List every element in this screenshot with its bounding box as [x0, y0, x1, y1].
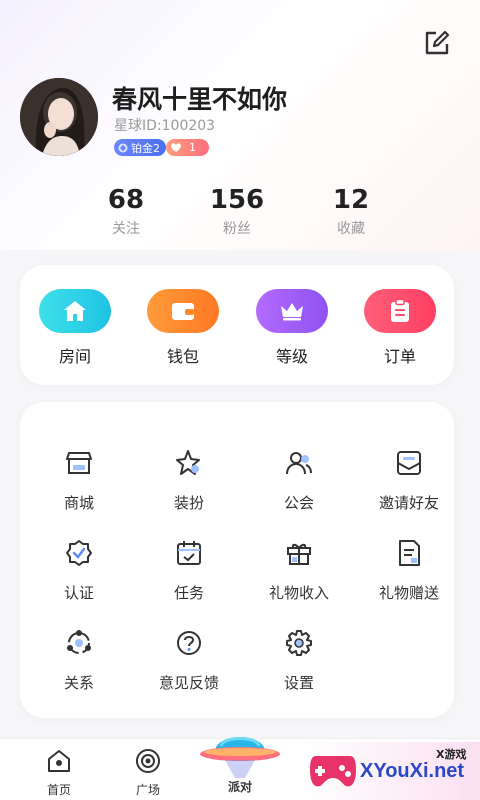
tool-shop[interactable]: 商城: [24, 448, 134, 513]
tool-settings[interactable]: 设置: [244, 628, 354, 693]
level-pill: [256, 289, 328, 333]
nav-party[interactable]: 派对: [195, 720, 285, 800]
quick-action-wallet[interactable]: 钱包: [147, 289, 219, 367]
tools-grid-card: 商城 装扮 公会 邀请好友 认证 任务 礼物收入 礼物赠送 关系 意见反馈 设置: [20, 402, 454, 718]
edit-icon: [425, 30, 450, 55]
tool-invite[interactable]: 邀请好友: [354, 448, 464, 513]
room-pill: [39, 289, 111, 333]
calendar-check-icon: [177, 541, 201, 565]
target-icon: [136, 749, 160, 773]
nav-home[interactable]: 首页: [29, 747, 89, 798]
nickname: 春风十里不如你: [112, 85, 288, 114]
stat-favorites-label: 收藏: [337, 221, 365, 237]
users-icon: [286, 452, 312, 475]
avatar-photo: [20, 78, 98, 156]
tool-invite-label: 邀请好友: [378, 494, 439, 512]
nav-plaza-label: 广场: [135, 783, 160, 797]
avatar[interactable]: [20, 78, 98, 156]
tool-dressup-label: 装扮: [173, 494, 204, 512]
clipboard-icon: [391, 298, 409, 322]
quick-actions-card: 房间 钱包 等级 订单: [20, 265, 454, 385]
diamond-icon: [118, 143, 128, 152]
invite-envelope-icon: [397, 451, 421, 475]
tool-tasks[interactable]: 任务: [134, 538, 244, 603]
tool-guild[interactable]: 公会: [244, 448, 354, 513]
gamepad-logo-icon: [310, 756, 356, 787]
stat-following[interactable]: 68 关注: [76, 186, 176, 238]
level-badge-label: 铂金2: [131, 141, 160, 155]
stat-favorites[interactable]: 12 收藏: [301, 186, 401, 238]
tool-gift-income-label: 礼物收入: [268, 584, 329, 602]
sparkle-star-icon: [176, 450, 200, 475]
wallet-pill: [147, 289, 219, 333]
quick-action-level-label: 等级: [275, 347, 308, 366]
gift-icon: [287, 543, 311, 565]
crown-icon: [281, 303, 303, 321]
wallet-icon: [172, 303, 194, 320]
ufo-icon: [200, 737, 280, 778]
watermark-brand-text: XYouXi.net: [360, 760, 465, 782]
settings-gear-icon: [286, 630, 312, 656]
quick-action-orders-label: 订单: [383, 347, 416, 366]
tool-tasks-label: 任务: [173, 584, 204, 602]
tool-feedback[interactable]: 意见反馈: [134, 628, 244, 693]
quick-action-room[interactable]: 房间: [39, 289, 111, 367]
level-badge: 铂金2: [114, 139, 166, 156]
tool-verify-label: 认证: [63, 584, 94, 602]
tool-gift-send[interactable]: 礼物赠送: [354, 538, 464, 603]
heart-badge-count: 1: [189, 141, 196, 154]
tool-relations-label: 关系: [63, 674, 94, 692]
verified-badge-icon: [66, 540, 92, 566]
nav-party-label: 派对: [227, 780, 252, 794]
home-outline-icon: [48, 750, 70, 772]
tool-guild-label: 公会: [283, 494, 314, 512]
tool-gift-income[interactable]: 礼物收入: [244, 538, 354, 603]
profile-stats: 68 关注 156 粉丝 12 收藏: [0, 186, 480, 246]
quick-action-room-label: 房间: [58, 347, 91, 366]
heart-icon: [171, 143, 181, 152]
edit-profile-button[interactable]: [424, 30, 450, 56]
quick-action-orders[interactable]: 订单: [364, 289, 436, 367]
stat-following-label: 关注: [112, 221, 140, 237]
stat-fans-label: 粉丝: [223, 221, 251, 237]
nav-plaza[interactable]: 广场: [118, 747, 178, 798]
stat-fans[interactable]: 156 粉丝: [187, 186, 287, 238]
tool-feedback-label: 意见反馈: [158, 674, 219, 692]
orders-pill: [364, 289, 436, 333]
relation-orbit-icon: [67, 630, 91, 654]
tool-dressup[interactable]: 装扮: [134, 448, 244, 513]
home-icon: [64, 301, 86, 321]
nav-home-label: 首页: [46, 783, 71, 797]
quick-action-level[interactable]: 等级: [256, 289, 328, 367]
tool-gift-send-label: 礼物赠送: [378, 584, 439, 602]
star-id: 星球ID:100203: [114, 118, 216, 134]
tool-relations[interactable]: 关系: [24, 628, 134, 693]
tool-settings-label: 设置: [283, 674, 314, 692]
gift-note-icon: [399, 540, 420, 566]
heart-badge: 1: [166, 139, 209, 156]
tool-shop-label: 商城: [63, 494, 94, 512]
stat-following-value: 68: [107, 185, 145, 215]
shop-icon: [66, 452, 92, 474]
stat-favorites-value: 12: [332, 185, 370, 215]
question-icon: [177, 631, 201, 655]
quick-action-wallet-label: 钱包: [166, 347, 199, 366]
stat-fans-value: 156: [209, 185, 265, 215]
tool-verify[interactable]: 认证: [24, 538, 134, 603]
